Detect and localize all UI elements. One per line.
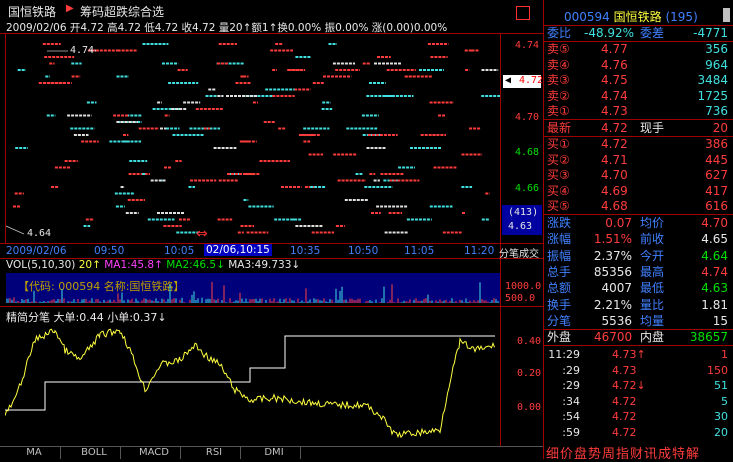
low-label: 4.64 [27,228,52,239]
title-bar: 国恒铁路 ▶ 筹码超跌综合选 [4,3,544,20]
stat-row: 总额 4007 最低 4.63 [547,281,728,296]
weibi-row: 委比 -48.92% 委差 -4771 [547,26,728,40]
ask-row: 卖② 4.74 1725 [547,88,728,103]
vol-tick-500: 500.0 [505,293,536,304]
waipan-row: 外盘 46700 内盘 38657 [547,330,728,344]
x-axis: 2009/02/06 09:50 10:05 02/06,10:15 10:35… [6,244,539,260]
y-tick-466: 4.66 [515,183,540,194]
ask-row: 卖① 4.73 736 [547,104,728,119]
current-price-tag: ◀ 4.72 [503,75,544,88]
stat-row: 换手 2.21% 量比 1.81 [547,297,728,312]
stat-row: 振幅 2.37% 今开 4.64 [547,248,728,263]
vol-tick-1000: 1000.0 [505,281,542,292]
tick-row[interactable]: :54 4.72 30 [544,410,733,424]
price-dash-chart[interactable] [6,34,500,242]
footer-menu[interactable]: 细价盘势周指财讯成特解 [546,443,700,462]
bid-row: 买⑤ 4.68 616 [547,199,728,214]
indicator-name[interactable]: 筹码超跌综合选 [80,3,164,20]
chart-area[interactable]: 国恒铁路 ▶ 筹码超跌综合选 2009/02/06 开4.72 高4.72 低4… [0,0,543,459]
triangle-right-icon[interactable]: ▶ [66,3,74,14]
tick-row[interactable]: :29 4.73 150 [544,364,733,378]
cursor-value-box: (413) 4.63 [502,205,542,235]
tick-row[interactable]: :59 4.72 20 [544,426,733,440]
indicator-chart[interactable] [5,320,500,445]
stat-row: 分笔 5536 均量 15 [547,313,728,328]
tick-row[interactable]: :34 4.72 5 [544,395,733,409]
ind-tick-020: 0.20 [517,368,542,379]
cursor-time: 02/06,10:15 [204,244,272,256]
bid-row: 买② 4.71 445 [547,152,728,167]
tab-boll[interactable]: BOLL [68,447,121,459]
ask-row: 卖④ 4.76 964 [547,57,728,72]
bid-row: 买③ 4.70 627 [547,168,728,183]
ohlc-line: 2009/02/06 开4.72 高4.72 低4.72 收4.72 量20↑额… [6,20,506,34]
quote-title: 000594 国恒铁路 (195) [564,10,698,24]
scroll-arrows-icon[interactable]: ⇔ [196,226,208,242]
high-label: 4.74 [70,45,95,56]
tick-row[interactable]: 11:29 4.73↑ 1 [544,348,733,362]
stat-row: 涨跌 0.07 均价 4.70 [547,216,728,230]
scroll-marker[interactable] [723,8,730,22]
stock-name[interactable]: 国恒铁路 [8,3,56,20]
tab-ma[interactable]: MA [8,447,61,459]
tick-row[interactable]: :29 4.72↓ 51 [544,379,733,393]
volume-bars [6,281,499,303]
y-tick-470: 4.70 [515,112,540,123]
low-pointer-line [6,225,25,235]
tab-macd[interactable]: MACD [128,447,181,459]
y-tick-468: 4.68 [515,147,540,158]
current-price-marker-icon: ◀ [505,75,512,86]
tab-rsi[interactable]: RSI [188,447,241,459]
volume-header: VOL(5,10,30) 20↑ MA1:45.8↑ MA2:46.5↓ MA3… [6,259,301,271]
stat-row: 总手 85356 最高 4.74 [547,264,728,279]
quote-panel: 000594 国恒铁路 (195) 委比 -48.92% 委差 -4771 卖⑤… [516,0,733,462]
stat-row: 涨幅 1.51% 前收 4.65 [547,232,728,247]
ind-tick-040: 0.40 [517,336,542,347]
latest-row: 最新 4.72 现手 20 [547,121,728,135]
tab-dmi[interactable]: DMI [248,447,301,459]
y-tick-474: 4.74 [515,40,540,51]
ind-tick-000: 0.00 [517,402,542,413]
bid-row: 买④ 4.69 417 [547,183,728,198]
ask-row: 卖③ 4.75 3484 [547,73,728,88]
bid-row: 买① 4.72 386 [547,137,728,151]
ask-row: 卖⑤ 4.77 356 [547,42,728,56]
window-box-icon[interactable] [516,6,530,20]
